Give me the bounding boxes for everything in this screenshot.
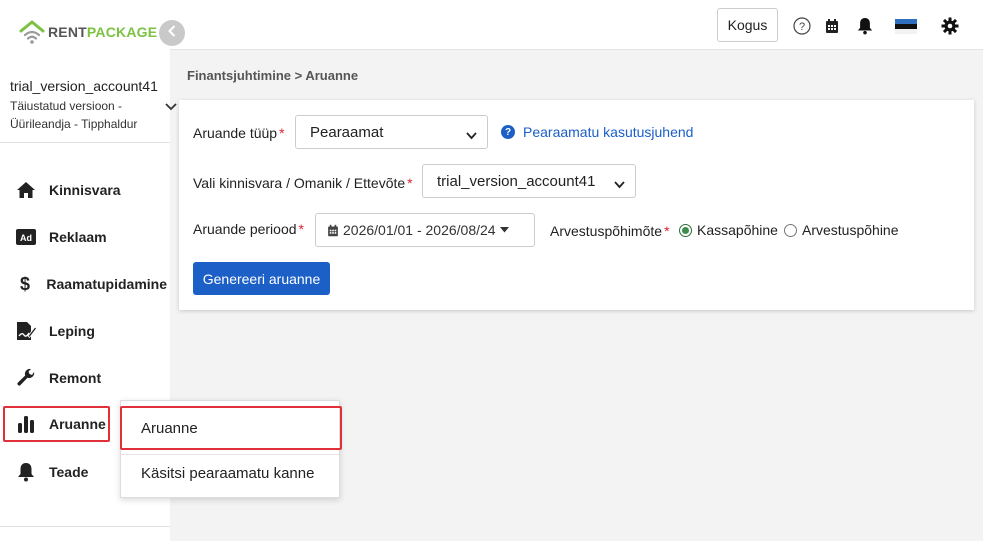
help-guide-label: Pearaamatu kasutusjuhend xyxy=(523,124,694,140)
sidebar-item-reklaam[interactable]: Ad Reklaam xyxy=(3,219,167,255)
radio-arvestuspohine[interactable]: Arvestuspõhine xyxy=(784,222,899,238)
kogus-button[interactable]: Kogus xyxy=(717,8,778,42)
wrench-icon xyxy=(15,367,37,389)
dollar-icon: $ xyxy=(15,273,34,295)
help-icon[interactable]: ? xyxy=(792,16,812,36)
generate-report-button[interactable]: Genereeri aruanne xyxy=(193,262,330,295)
logo-text-package: PACKAGE xyxy=(86,24,158,40)
ad-icon: Ad xyxy=(15,226,37,248)
sidebar-item-raamatupidamine[interactable]: $ Raamatupidamine xyxy=(3,266,167,302)
radio-label: Arvestuspõhine xyxy=(802,222,899,238)
report-form-card: Aruande tüüp * Pearaamat ? Pearaamatu kas… xyxy=(179,100,974,310)
calendar-icon[interactable] xyxy=(822,16,842,36)
report-type-select[interactable]: Pearaamat xyxy=(295,115,488,149)
sidebar-divider xyxy=(0,142,170,143)
sidebar-divider xyxy=(0,526,170,527)
sidebar-item-label: Reklaam xyxy=(49,229,107,245)
caret-down-icon xyxy=(499,227,509,233)
principle-label: Arvestuspõhimõte * xyxy=(550,223,670,239)
radio-label: Kassapõhine xyxy=(697,222,778,238)
estonia-flag-icon[interactable] xyxy=(895,16,917,36)
bell-icon[interactable] xyxy=(855,16,875,36)
svg-text:?: ? xyxy=(799,21,805,33)
sidebar-item-label: Kinnisvara xyxy=(49,182,121,198)
submenu-item-aruanne[interactable]: Aruanne xyxy=(120,406,342,450)
calendar-icon xyxy=(327,224,339,237)
sidebar-item-leping[interactable]: Leping xyxy=(3,313,167,349)
period-date-range-picker[interactable]: 2026/01/01 - 2026/08/24 xyxy=(315,213,535,247)
sidebar-item-label: Leping xyxy=(49,323,95,339)
svg-text:Ad: Ad xyxy=(20,233,32,243)
radio-button[interactable] xyxy=(784,223,797,237)
home-icon xyxy=(15,179,37,201)
sidebar-item-remont[interactable]: Remont xyxy=(3,360,167,396)
logo[interactable]: RENTPACKAGE xyxy=(18,18,157,46)
period-value: 2026/01/01 - 2026/08/24 xyxy=(343,222,496,238)
question-circle-icon: ? xyxy=(501,125,515,139)
chevron-down-icon xyxy=(466,127,477,144)
gear-icon[interactable] xyxy=(940,16,960,36)
contract-icon xyxy=(15,320,37,342)
help-guide-link[interactable]: ? Pearaamatu kasutusjuhend xyxy=(501,124,693,140)
wifi-home-logo-icon xyxy=(18,18,46,46)
report-type-label: Aruande tüüp * xyxy=(193,125,285,141)
sidebar-item-label: Raamatupidamine xyxy=(46,276,167,292)
sidebar-item-aruanne[interactable]: Aruanne xyxy=(3,406,110,442)
account-switcher[interactable]: trial_version_account41 Täiustatud versi… xyxy=(10,78,180,133)
sidebar-item-kinnisvara[interactable]: Kinnisvara xyxy=(3,172,167,208)
logo-text-rent: RENT xyxy=(48,24,87,40)
sidebar-item-label: Remont xyxy=(49,370,102,386)
period-label: Aruande periood * xyxy=(193,221,304,237)
property-value: trial_version_account41 xyxy=(437,172,596,190)
breadcrumb: Finantsjuhtimine > Aruanne xyxy=(187,68,359,83)
report-type-value: Pearaamat xyxy=(310,123,384,141)
chevron-down-icon xyxy=(614,176,625,193)
sidebar-item-label: Aruanne xyxy=(49,416,106,432)
bar-chart-icon xyxy=(15,413,37,435)
collapse-sidebar-button[interactable] xyxy=(159,20,185,46)
aruanne-submenu: Aruanne Käsitsi pearaamatu kanne xyxy=(120,400,342,498)
submenu-item-manual-ledger-entry[interactable]: Käsitsi pearaamatu kanne xyxy=(121,451,341,495)
top-bar: Kogus ? xyxy=(170,0,983,50)
account-description: Täiustatud versioon - Üürileandja - Tipp… xyxy=(10,99,138,131)
bell-icon xyxy=(15,461,37,483)
chevron-left-icon xyxy=(167,24,177,42)
property-select[interactable]: trial_version_account41 xyxy=(422,164,636,198)
chevron-down-icon[interactable] xyxy=(165,98,177,116)
sidebar-item-label: Teade xyxy=(49,464,89,480)
radio-button-selected[interactable] xyxy=(679,223,692,237)
property-label: Vali kinnisvara / Omanik / Ettevõte * xyxy=(193,175,413,191)
radio-kassapohine[interactable]: Kassapõhine xyxy=(679,222,778,238)
account-name: trial_version_account41 xyxy=(10,78,158,94)
svg-text:$: $ xyxy=(20,274,30,294)
